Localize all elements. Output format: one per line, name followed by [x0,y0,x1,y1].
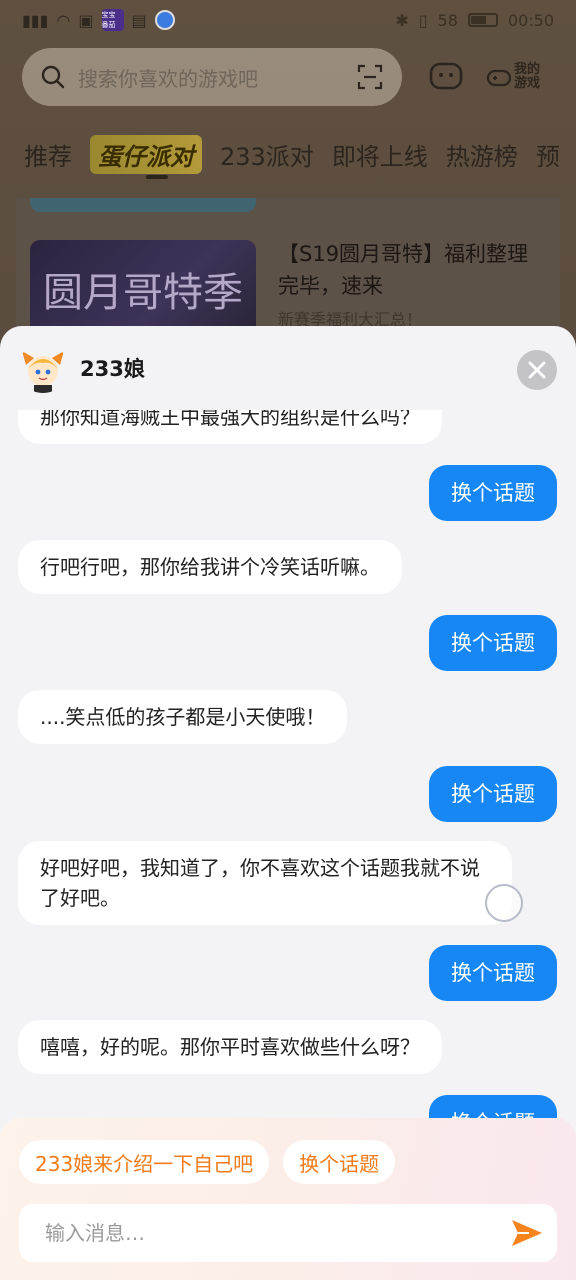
bot-message: 那你知道海贼王中最强大的组织是什么吗？ [18,410,442,444]
vibrate-icon: ▯ [418,10,428,30]
chat-title: 233娘 [80,357,145,381]
app-notification-icon: 宝宝 番茄 [101,9,124,31]
user-message: 换个话题 [429,1095,557,1118]
message-input[interactable] [45,1221,509,1245]
gamepad-icon [486,69,512,87]
suggestion-chip-intro[interactable]: 233娘来介绍一下自己吧 [19,1140,270,1184]
bot-message: 嘻嘻，好的呢。那你平时喜欢做些什么呀？ [18,1020,442,1074]
chat-sheet: 233娘 那你知道海贼王中最强大的组织是什么吗？ 换个话题 行吧行吧，那你给我讲… [0,326,576,1280]
suggestion-chip-change-topic[interactable]: 换个话题 [283,1140,396,1184]
bluetooth-icon: ✱ [395,10,409,30]
send-icon[interactable] [509,1215,545,1251]
wifi-icon: ◠ [56,10,71,30]
tab-coming-soon[interactable]: 即将上线 [332,137,428,172]
tab-hot-games[interactable]: 热游榜 [446,137,518,172]
bot-message: 行吧行吧，那你给我讲个冷笑话听嘛。 [18,540,402,594]
close-icon [528,361,546,379]
chat-footer: 233娘来介绍一下自己吧 换个话题 [0,1118,576,1280]
user-message: 换个话题 [429,766,557,822]
search-placeholder: 搜索你喜欢的游戏吧 [78,66,258,91]
user-message: 换个话题 [429,615,557,671]
feed-card[interactable]: 圆月哥特季 【S19圆月哥特】福利整理完毕，速来 新赛季福利大汇总！ [16,198,560,338]
previous-card-image [30,198,256,212]
category-tabs: 推荐 蛋仔派对 233派对 即将上线 热游榜 预 [0,130,576,178]
chat-icon[interactable] [428,59,464,95]
chat-header: 233娘 [0,326,576,410]
signal-icon: ▮▮▮ [22,10,49,30]
message-input-bar [19,1204,557,1262]
tab-recommend[interactable]: 推荐 [24,137,72,172]
tab-eggy-party[interactable]: 蛋仔派对 [90,134,202,174]
battery-percent: 58 [437,10,458,30]
user-message: 换个话题 [429,465,557,521]
message-icon: ▣ [78,10,94,30]
clock: 00:50 [507,10,554,30]
scan-icon[interactable] [356,63,384,91]
touch-indicator [485,884,523,922]
feed-thumbnail: 圆月哥特季 [30,240,256,338]
tab-preorder[interactable]: 预 [536,137,560,172]
bot-message: 好吧好吧，我知道了，你不喜欢这个话题我就不说了好吧。 [18,841,512,925]
battery-icon [467,13,498,27]
suggestion-chips: 233娘来介绍一下自己吧 换个话题 [19,1140,396,1184]
feed-title: 【S19圆月哥特】福利整理完毕，速来 [278,242,529,298]
tab-233-party[interactable]: 233派对 [220,137,314,172]
user-message: 换个话题 [429,945,557,1001]
search-icon [41,65,65,89]
tab-indicator [146,175,168,179]
status-bar: ▮▮▮ ◠ ▣ 宝宝 番茄 ▤ ✱ ▯ 58 00:50 [0,0,576,40]
my-games-label: 我的游戏 [514,62,541,91]
message-list[interactable]: 那你知道海贼王中最强大的组织是什么吗？ 换个话题 行吧行吧，那你给我讲个冷笑话听… [0,410,576,1118]
avatar [18,343,68,393]
notification-icon: ▤ [131,10,147,30]
bot-message: ....笑点低的孩子都是小天使哦！ [18,690,348,744]
search-bar[interactable]: 搜索你喜欢的游戏吧 [22,48,402,106]
close-button[interactable] [517,350,557,390]
browser-notification-icon [154,10,175,30]
my-games-button[interactable]: 我的游戏 [486,63,548,91]
